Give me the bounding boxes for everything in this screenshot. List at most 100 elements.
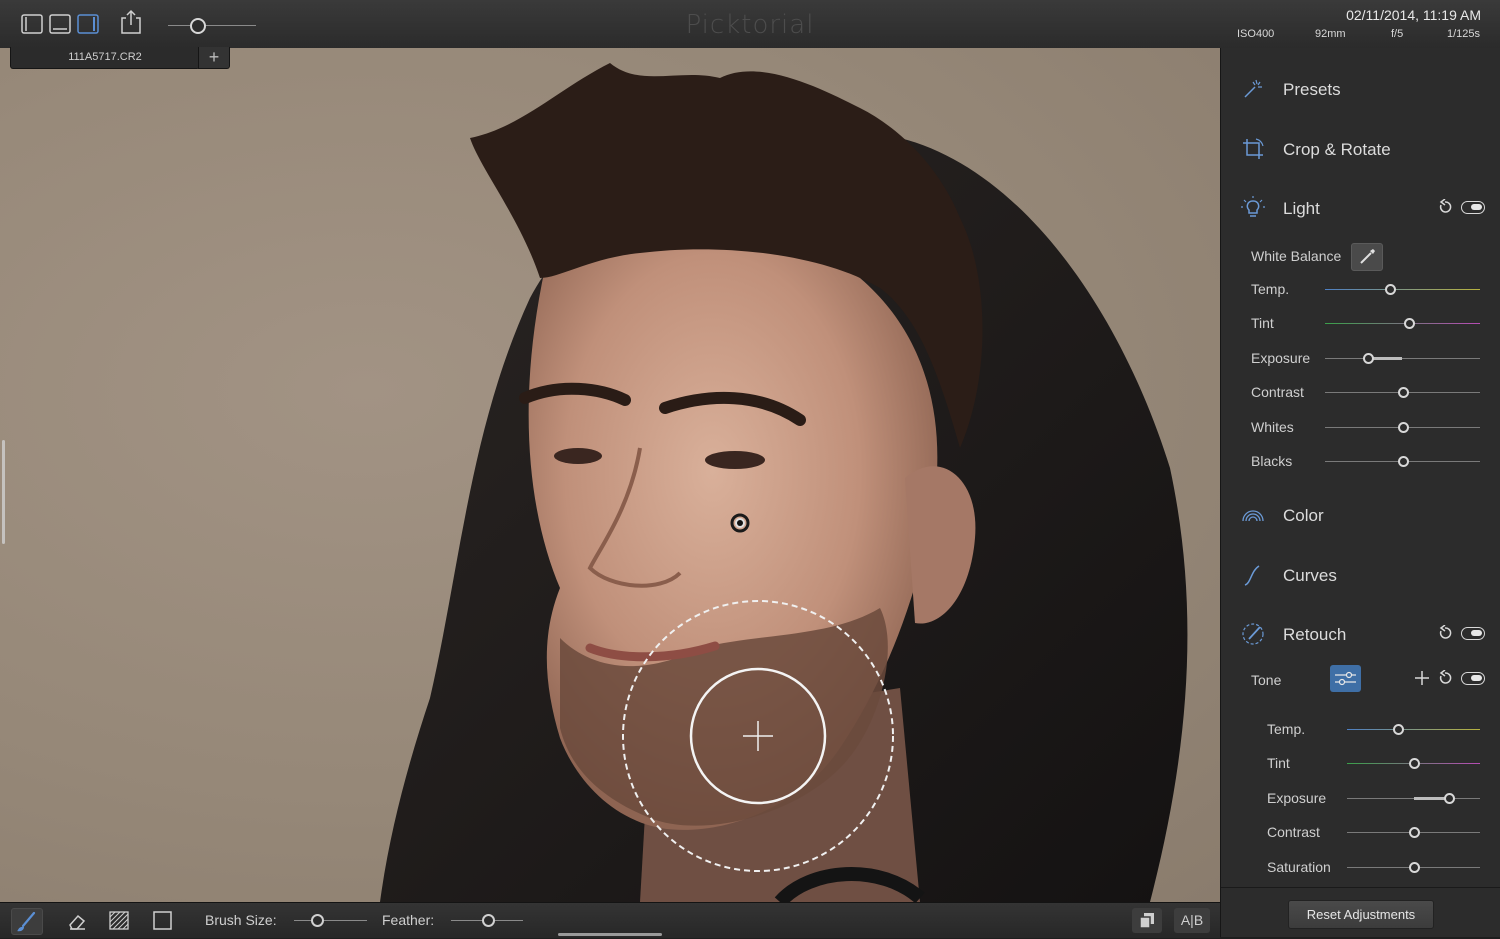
white-balance-label: White Balance bbox=[1251, 248, 1342, 264]
crop-icon bbox=[1243, 138, 1264, 159]
exif-iso: ISO400 bbox=[1237, 28, 1275, 40]
clear-mask-button[interactable] bbox=[147, 908, 177, 933]
magic-wand-icon bbox=[1244, 79, 1262, 98]
reset-adjustments-button[interactable]: Reset Adjustments bbox=[1288, 900, 1434, 929]
lightbulb-icon bbox=[1241, 196, 1265, 217]
left-panel-handle[interactable] bbox=[2, 440, 5, 544]
brush-size-label: Brush Size: bbox=[205, 912, 277, 928]
slider-knob[interactable] bbox=[1385, 284, 1397, 295]
exif-aperture: f/5 bbox=[1391, 28, 1404, 40]
horizontal-scrollbar[interactable] bbox=[558, 933, 662, 936]
curves-label: Curves bbox=[1283, 566, 1337, 585]
tone-toggle[interactable] bbox=[1461, 672, 1485, 685]
retouch-slider-temp[interactable] bbox=[1347, 724, 1480, 736]
retouch-slider-label: Exposure bbox=[1267, 789, 1327, 806]
slider-knob[interactable] bbox=[1397, 387, 1409, 399]
curve-icon bbox=[1244, 565, 1260, 586]
slider-knob[interactable] bbox=[1408, 861, 1420, 873]
brush-tool-button[interactable] bbox=[11, 908, 43, 935]
slider-track[interactable] bbox=[1325, 289, 1480, 290]
retouch-slider-contrast[interactable] bbox=[1347, 827, 1480, 839]
feather-label: Feather: bbox=[382, 912, 435, 928]
light-slider-temp[interactable] bbox=[1325, 284, 1480, 296]
curves-section[interactable]: Curves bbox=[1221, 555, 1500, 595]
light-slider-label: Tint bbox=[1251, 315, 1274, 332]
add-tab-button[interactable]: + bbox=[198, 47, 230, 69]
reset-icon[interactable] bbox=[1437, 199, 1453, 215]
slider-knob[interactable] bbox=[1408, 758, 1420, 770]
top-toolbar: Picktorial 02/11/2014, 11:19 AM ISO400 9… bbox=[0, 0, 1500, 49]
retouch-slider-label: Saturation bbox=[1267, 858, 1331, 875]
eyedropper-icon bbox=[1360, 249, 1375, 264]
reset-icon[interactable] bbox=[1437, 625, 1453, 641]
fill-tool-button[interactable] bbox=[104, 908, 134, 933]
tone-label: Tone bbox=[1251, 672, 1282, 688]
app-title: Picktorial bbox=[685, 10, 815, 40]
light-slider-label: Exposure bbox=[1251, 349, 1311, 366]
color-label: Color bbox=[1283, 506, 1324, 525]
slider-knob[interactable] bbox=[1392, 724, 1404, 735]
retouch-slider-saturation[interactable] bbox=[1347, 861, 1480, 874]
crop-rotate-section[interactable]: Crop & Rotate bbox=[1221, 129, 1500, 169]
exif-focal-length: 92mm bbox=[1315, 28, 1346, 40]
retouch-slider-exposure[interactable] bbox=[1347, 792, 1480, 805]
feather-knob[interactable] bbox=[482, 914, 495, 927]
brush-size-slider[interactable] bbox=[294, 920, 367, 921]
light-label: Light bbox=[1283, 199, 1320, 218]
photo-canvas[interactable] bbox=[0, 48, 1220, 902]
light-slider-label: Contrast bbox=[1251, 384, 1304, 401]
eraser-tool-button[interactable] bbox=[61, 908, 91, 933]
slider-knob[interactable] bbox=[1397, 421, 1409, 433]
slider-knob[interactable] bbox=[1397, 456, 1409, 467]
slider-knob[interactable] bbox=[1363, 352, 1375, 364]
light-section[interactable]: Light bbox=[1221, 188, 1500, 228]
light-slider-contrast[interactable] bbox=[1325, 387, 1480, 399]
slider-track[interactable] bbox=[1325, 357, 1480, 359]
exif-shutter: 1/125s bbox=[1447, 28, 1481, 40]
retouch-toggle[interactable] bbox=[1461, 627, 1485, 640]
presets-section[interactable]: Presets bbox=[1221, 69, 1500, 109]
retouch-slider-label: Contrast bbox=[1267, 824, 1320, 841]
add-icon[interactable] bbox=[1414, 670, 1430, 686]
eraser-icon bbox=[69, 914, 86, 930]
crop-rotate-label: Crop & Rotate bbox=[1283, 140, 1391, 159]
retouch-label: Retouch bbox=[1283, 625, 1347, 644]
light-slider-tint[interactable] bbox=[1325, 318, 1480, 330]
color-section[interactable]: Color bbox=[1221, 495, 1500, 535]
slider-knob[interactable] bbox=[1408, 827, 1420, 839]
document-tab[interactable]: 111A5717.CR2 bbox=[10, 47, 200, 69]
document-tab-label: 111A5717.CR2 bbox=[68, 51, 142, 63]
retouch-slider-label: Tint bbox=[1267, 755, 1290, 772]
presets-label: Presets bbox=[1283, 80, 1341, 99]
ab-compare-button[interactable]: A|B bbox=[1174, 908, 1210, 933]
brush-size-knob[interactable] bbox=[311, 914, 324, 927]
light-slider-label: Blacks bbox=[1251, 453, 1293, 469]
rainbow-icon bbox=[1242, 510, 1264, 522]
copy-layers-icon bbox=[1139, 913, 1154, 929]
retouch-slider-label: Temp. bbox=[1267, 721, 1306, 737]
light-toggle[interactable] bbox=[1461, 201, 1485, 214]
brush-icon bbox=[17, 911, 36, 932]
white-balance-picker-button[interactable] bbox=[1351, 243, 1383, 271]
panel-divider bbox=[1221, 887, 1500, 888]
portrait-image bbox=[380, 63, 1188, 902]
light-slider-blacks[interactable] bbox=[1325, 456, 1480, 468]
compare-copy-button[interactable] bbox=[1132, 908, 1162, 933]
reset-icon[interactable] bbox=[1437, 670, 1453, 686]
slider-knob[interactable] bbox=[1403, 318, 1415, 330]
light-slider-exposure[interactable] bbox=[1325, 352, 1480, 365]
retouch-slider-tint[interactable] bbox=[1347, 758, 1480, 770]
slider-knob[interactable] bbox=[1444, 792, 1456, 804]
slider-track[interactable] bbox=[1347, 729, 1480, 730]
retouch-section[interactable]: Retouch bbox=[1221, 614, 1500, 654]
capture-datetime: 02/11/2014, 11:19 AM bbox=[1346, 7, 1481, 23]
tone-adjust-button[interactable] bbox=[1330, 665, 1361, 692]
empty-square-icon bbox=[153, 911, 172, 930]
retouch-brush-icon bbox=[1242, 623, 1264, 645]
light-slider-whites[interactable] bbox=[1325, 421, 1480, 434]
adjustments-panel: Presets Crop & Rotate Light White Balanc… bbox=[1220, 48, 1500, 937]
light-slider-label: Temp. bbox=[1251, 281, 1290, 297]
slider-track[interactable] bbox=[1325, 323, 1480, 325]
brush-toolbar: Brush Size: Feather: A|B bbox=[0, 902, 1220, 938]
hatch-fill-icon bbox=[109, 911, 129, 930]
